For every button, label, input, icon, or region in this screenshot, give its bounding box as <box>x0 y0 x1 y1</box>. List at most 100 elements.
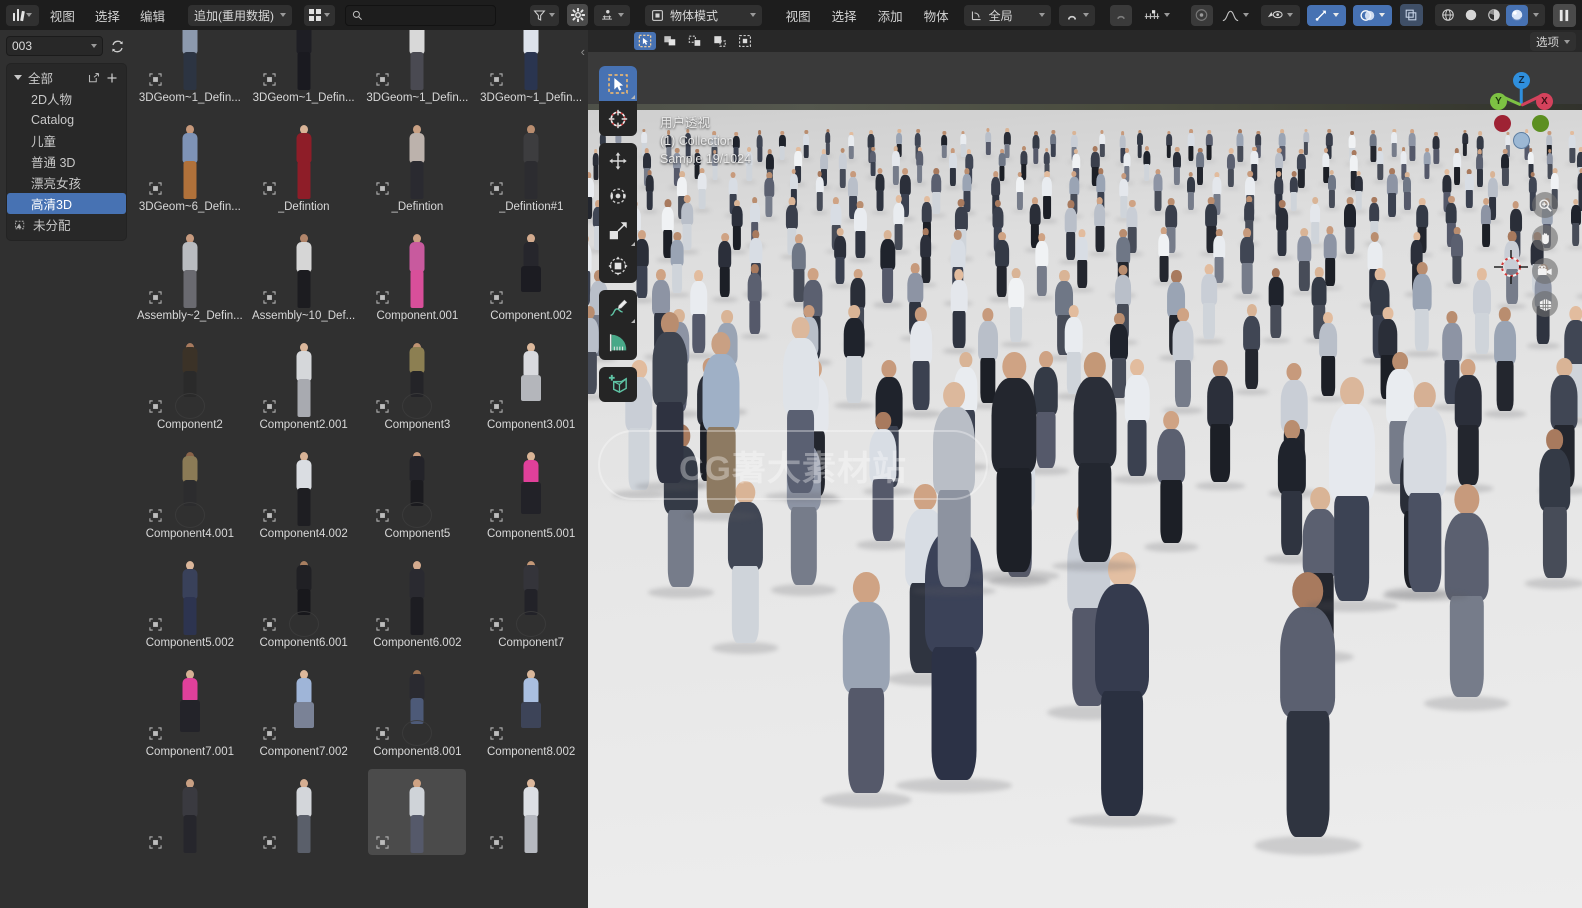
pan-view-button[interactable] <box>1532 225 1558 251</box>
gizmo-axis-y-positive[interactable]: Y <box>1490 93 1507 110</box>
display-mode-dropdown[interactable] <box>303 4 335 26</box>
asset-item[interactable]: Component7.002 <box>247 660 361 769</box>
gizmo-axis-x-positive[interactable]: X <box>1536 93 1553 110</box>
tool-transform[interactable] <box>599 248 637 283</box>
catalog-item-4[interactable]: 漂亮女孩 <box>7 172 126 193</box>
asset-item[interactable]: 3DGeom~1_Defin... <box>133 30 247 115</box>
gizmo-axis-z-positive[interactable]: Z <box>1513 72 1530 89</box>
asset-item[interactable]: Component4.002 <box>247 442 361 551</box>
asset-item[interactable]: _Defintion <box>247 115 361 224</box>
asset-item[interactable]: Component.002 <box>474 224 588 333</box>
catalog-item-3[interactable]: 普通 3D <box>7 151 126 172</box>
tool-move[interactable] <box>599 143 637 178</box>
asset-item[interactable]: Component7 <box>474 551 588 660</box>
catalog-item-0[interactable]: 2D人物 <box>7 88 126 109</box>
navigation-gizmo[interactable]: Z Y X <box>1482 66 1560 149</box>
gizmo-toggle[interactable] <box>1306 4 1346 26</box>
filter-dropdown[interactable] <box>529 4 560 26</box>
falloff-dropdown[interactable] <box>1216 5 1255 26</box>
asset-item[interactable]: Assembly~2_Defin... <box>133 224 247 333</box>
viewport-canvas[interactable]: CG薯大素材站 用户透视 (1) Collection Sample 19/10… <box>588 52 1582 908</box>
import-method-dropdown[interactable]: 追加(重用数据) <box>187 4 292 26</box>
gizmo-axis-y-negative[interactable] <box>1532 115 1549 132</box>
camera-view-button[interactable] <box>1532 258 1558 284</box>
asset-item[interactable]: Component4.001 <box>133 442 247 551</box>
asset-library-dropdown[interactable]: 003 <box>6 36 103 56</box>
new-catalog-icon[interactable] <box>88 72 100 84</box>
transform-orientation-dropdown[interactable]: 全局 <box>963 4 1052 26</box>
circle-select-button[interactable] <box>684 32 706 50</box>
catalog-item-5[interactable]: 高清3D <box>7 193 126 214</box>
asset-item[interactable]: _Defintion <box>361 115 475 224</box>
asset-item[interactable]: Component3.001 <box>474 333 588 442</box>
tool-measure[interactable] <box>599 325 637 360</box>
asset-item[interactable]: Component8.001 <box>361 660 475 769</box>
toggle-orthographic-button[interactable] <box>1532 291 1558 317</box>
wireframe-shading-button[interactable] <box>1437 5 1459 26</box>
asset-item[interactable]: Component5 <box>361 442 475 551</box>
lasso-select-button[interactable] <box>709 32 731 50</box>
menu-view[interactable]: 视图 <box>777 3 820 28</box>
zoom-nav-button[interactable] <box>1532 192 1558 218</box>
asset-item[interactable]: Component6.001 <box>247 551 361 660</box>
object-visibility-dropdown[interactable] <box>1260 4 1300 26</box>
catalog-item-2[interactable]: 儿童 <box>7 130 126 151</box>
gizmo-axis-x-negative[interactable] <box>1494 115 1511 132</box>
material-preview-shading-button[interactable] <box>1483 5 1505 26</box>
refresh-library-button[interactable] <box>107 36 127 56</box>
solid-shading-button[interactable] <box>1460 5 1482 26</box>
asset-item[interactable]: Component2 <box>133 333 247 442</box>
catalog-item-1[interactable]: Catalog <box>7 109 126 130</box>
snap-toggle-button[interactable] <box>1110 4 1132 26</box>
menu-select[interactable]: 选择 <box>823 3 866 28</box>
chevron-down-icon[interactable] <box>1532 13 1539 17</box>
tool-rotate[interactable] <box>599 178 637 213</box>
tool-add-cube[interactable] <box>599 367 637 402</box>
tool-tweak-select[interactable] <box>599 66 637 101</box>
gizmo-axis-z-negative[interactable] <box>1513 132 1530 149</box>
asset-item[interactable] <box>133 769 247 878</box>
tool-scale[interactable] <box>599 213 637 248</box>
asset-item[interactable]: 3DGeom~1_Defin... <box>361 30 475 115</box>
asset-item[interactable]: Component7.001 <box>133 660 247 769</box>
asset-browser-preferences-button[interactable] <box>567 4 588 26</box>
catalog-unassigned[interactable]: 未分配 <box>7 214 126 235</box>
rendered-shading-button[interactable] <box>1505 4 1528 26</box>
asset-item[interactable] <box>247 769 361 878</box>
editor-type-selector[interactable] <box>6 4 39 26</box>
menu-object[interactable]: 物体 <box>915 3 958 28</box>
asset-item[interactable]: 3DGeom~1_Defin... <box>247 30 361 115</box>
extend-select-button[interactable] <box>734 32 756 50</box>
menu-view[interactable]: 视图 <box>41 3 84 28</box>
search-input[interactable] <box>344 4 496 26</box>
asset-item[interactable]: _Defintion#1 <box>474 115 588 224</box>
asset-item[interactable]: Component3 <box>361 333 475 442</box>
asset-item[interactable]: Component5.002 <box>133 551 247 660</box>
tool-cursor[interactable] <box>599 101 637 136</box>
pause-render-button[interactable] <box>1552 3 1576 27</box>
catalog-root[interactable]: 全部 <box>7 67 126 88</box>
box-select-button[interactable] <box>659 32 681 50</box>
interaction-mode-dropdown[interactable]: 物体模式 <box>645 4 762 26</box>
asset-item[interactable]: Component8.002 <box>474 660 588 769</box>
menu-edit[interactable]: 编辑 <box>131 3 174 28</box>
asset-item[interactable] <box>474 769 588 878</box>
snap-increment-dropdown[interactable] <box>1138 5 1176 26</box>
snap-target-dropdown[interactable] <box>1059 4 1096 26</box>
asset-item[interactable]: Component5.001 <box>474 442 588 551</box>
menu-add[interactable]: 添加 <box>869 3 912 28</box>
xray-toggle[interactable] <box>1399 4 1424 26</box>
asset-item[interactable]: 3DGeom~1_Defin... <box>474 30 588 115</box>
asset-item[interactable]: Component6.002 <box>361 551 475 660</box>
overlays-toggle[interactable] <box>1352 4 1392 26</box>
asset-item[interactable]: 3DGeom~6_Defin... <box>133 115 247 224</box>
tweak-select-button[interactable] <box>634 32 656 50</box>
asset-item[interactable]: Assembly~10_Def... <box>247 224 361 333</box>
tool-annotate[interactable] <box>599 290 637 325</box>
proportional-edit-toggle[interactable] <box>1191 4 1213 26</box>
asset-item[interactable] <box>361 769 475 878</box>
plus-icon[interactable] <box>106 72 118 84</box>
chevron-left-icon[interactable]: ‹ <box>581 44 585 59</box>
viewport-options-dropdown[interactable]: 选项 <box>1530 32 1576 51</box>
editor-type-selector[interactable] <box>594 4 630 26</box>
